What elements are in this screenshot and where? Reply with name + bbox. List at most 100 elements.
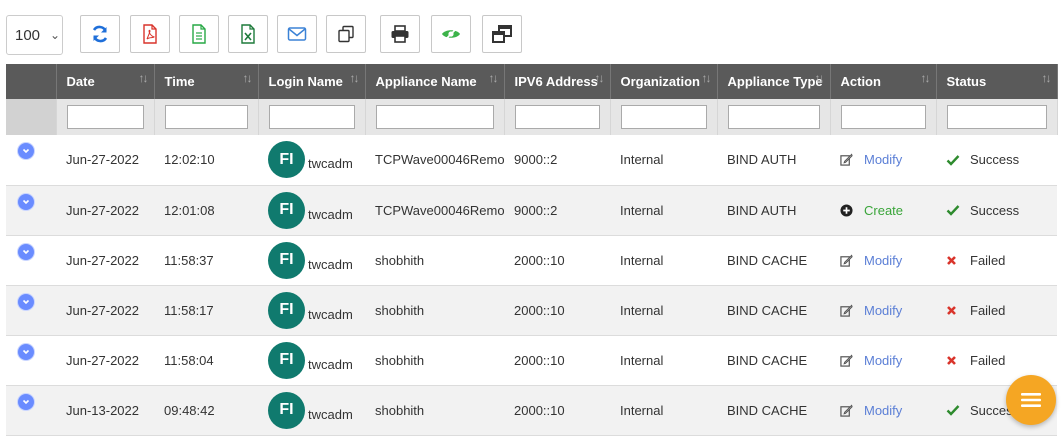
avatar: FI xyxy=(268,141,305,179)
time-cell: 11:58:04 xyxy=(154,335,258,386)
column-header-login-name[interactable]: Login Name ↑↓ xyxy=(258,64,366,99)
column-header-time[interactable]: Time ↑↓ xyxy=(154,64,259,99)
sort-icon[interactable]: ↑↓ xyxy=(595,71,605,85)
appliance-type-cell: BIND CACHE xyxy=(717,335,830,386)
audit-log-table: Date ↑↓ Time ↑↓ Login Name ↑↓ Appliance Nam… xyxy=(6,64,1058,436)
sort-icon[interactable]: ↑↓ xyxy=(702,71,712,85)
login-name-cell: FI twcadm xyxy=(258,185,365,236)
expand-row-icon[interactable] xyxy=(18,293,34,310)
organization-cell: Internal xyxy=(610,285,717,336)
organization-filter-input[interactable] xyxy=(620,105,707,129)
expand-row-icon[interactable] xyxy=(18,343,34,360)
appliance-name-filter-input[interactable] xyxy=(375,105,494,129)
refresh-icon xyxy=(92,25,108,43)
modify-link[interactable]: Modify xyxy=(864,253,902,268)
column-header-ipv6-address[interactable]: IPV6 Address ↑↓ xyxy=(504,64,611,99)
column-header-appliance-type[interactable]: Appliance Type ↑↓ xyxy=(717,64,831,99)
avatar: FI xyxy=(268,341,305,379)
cross-icon xyxy=(946,355,964,366)
table-row[interactable]: Jun-27-2022 11:58:17 FI twcadm shobhith 2000:… xyxy=(6,285,1057,336)
expand-cell xyxy=(6,235,56,286)
time-cell: 12:02:10 xyxy=(154,135,258,186)
date-cell: Jun-27-2022 xyxy=(56,285,154,336)
modify-link[interactable]: Modify xyxy=(864,353,902,368)
csv-export-button[interactable] xyxy=(179,15,219,53)
table-row[interactable]: Jun-13-2022 09:48:42 FI twcadm shobhith 2000:… xyxy=(6,385,1057,436)
modify-link[interactable]: Modify xyxy=(864,152,902,167)
page-size-select[interactable]: 100 ⌄ xyxy=(6,15,63,55)
menu-fab-button[interactable] xyxy=(1006,375,1056,425)
pdf-export-button[interactable] xyxy=(130,15,170,53)
modify-link[interactable]: Modify xyxy=(864,403,902,418)
organization-cell: Internal xyxy=(610,335,717,386)
sort-icon[interactable]: ↑↓ xyxy=(489,71,499,85)
ipv6-address-cell: 9000::2 xyxy=(504,185,610,236)
refresh-button[interactable] xyxy=(80,15,120,53)
login-name: twcadm xyxy=(308,256,353,272)
login-name: twcadm xyxy=(308,156,353,172)
expand-cell xyxy=(6,335,56,386)
toolbar: 100 ⌄ xyxy=(6,15,63,55)
modify-link[interactable]: Modify xyxy=(864,303,902,318)
column-header-action[interactable]: Action ↑↓ xyxy=(830,64,937,99)
column-header-appliance-name[interactable]: Appliance Name ↑↓ xyxy=(365,64,505,99)
appliance-name-cell: TCPWave00046Remote xyxy=(365,185,504,236)
excel-export-button[interactable] xyxy=(228,15,268,53)
sort-icon[interactable]: ↑↓ xyxy=(921,71,931,85)
expand-row-icon[interactable] xyxy=(18,143,34,159)
time-cell: 09:48:42 xyxy=(154,385,258,436)
login-name: twcadm xyxy=(308,356,353,372)
expand-row-icon[interactable] xyxy=(18,243,34,260)
action-cell: Modify xyxy=(830,285,936,336)
table-row[interactable]: Jun-27-2022 12:01:08 FI twcadm TCPWave00046R… xyxy=(6,185,1057,236)
sort-icon[interactable]: ↑↓ xyxy=(1042,71,1052,85)
appliance-name-cell: shobhith xyxy=(365,335,504,386)
date-filter-input[interactable] xyxy=(66,105,144,129)
copy-button[interactable] xyxy=(326,15,366,53)
header-row: Date ↑↓ Time ↑↓ Login Name ↑↓ Appliance Nam… xyxy=(6,64,1058,99)
ipv6-address-filter-input[interactable] xyxy=(514,105,600,129)
checkmark-icon xyxy=(946,404,964,416)
organization-cell: Internal xyxy=(610,235,717,286)
time-filter-input[interactable] xyxy=(164,105,248,129)
date-cell: Jun-27-2022 xyxy=(56,135,154,186)
status-text: Failed xyxy=(970,302,1006,318)
restore-window-button[interactable] xyxy=(482,15,522,53)
status-filter-input[interactable] xyxy=(946,105,1047,129)
time-cell: 11:58:37 xyxy=(154,235,258,286)
table-row[interactable]: Jun-27-2022 11:58:04 FI twcadm shobhith 2000:… xyxy=(6,335,1057,386)
sort-icon[interactable]: ↑↓ xyxy=(815,71,825,85)
print-button[interactable] xyxy=(380,15,420,53)
appliance-type-cell: BIND CACHE xyxy=(717,285,830,336)
page-size-value: 100 xyxy=(15,26,41,44)
create-link[interactable]: Create xyxy=(864,203,903,218)
pdf-export-icon xyxy=(143,24,157,44)
cross-icon xyxy=(946,305,964,316)
login-name-filter-input[interactable] xyxy=(268,105,355,129)
sort-icon[interactable]: ↑↓ xyxy=(243,71,253,85)
ipv6-address-cell: 2000::10 xyxy=(504,385,610,436)
expand-row-icon[interactable] xyxy=(18,193,34,210)
column-header-organization[interactable]: Organization ↑↓ xyxy=(610,64,718,99)
expand-row-icon[interactable] xyxy=(18,393,34,410)
action-cell: Modify xyxy=(830,235,936,286)
table-row[interactable]: Jun-27-2022 11:58:37 FI twcadm shobhith 2000:… xyxy=(6,235,1057,286)
sort-icon[interactable]: ↑↓ xyxy=(139,71,149,85)
email-icon xyxy=(287,27,307,41)
table-row[interactable]: Jun-27-2022 12:02:10 FI twcadm TCPWave00046R… xyxy=(6,135,1057,186)
organization-cell: Internal xyxy=(610,185,717,236)
appliance-type-cell: BIND AUTH xyxy=(717,185,830,236)
email-button[interactable] xyxy=(277,15,317,53)
time-cell: 11:58:17 xyxy=(154,285,258,336)
sort-icon[interactable]: ↑↓ xyxy=(350,71,360,85)
column-header-date[interactable]: Date ↑↓ xyxy=(56,64,155,99)
column-header-status[interactable]: Status ↑↓ xyxy=(936,64,1058,99)
avatar: FI xyxy=(268,191,305,229)
column-visibility-button[interactable] xyxy=(431,15,471,53)
status-text: Success xyxy=(970,152,1020,168)
status-text: Success xyxy=(970,202,1020,218)
login-name-cell: FI twcadm xyxy=(258,285,365,336)
expand-cell xyxy=(6,285,56,336)
action-filter-input[interactable] xyxy=(840,105,926,129)
appliance-type-filter-input[interactable] xyxy=(727,105,820,129)
